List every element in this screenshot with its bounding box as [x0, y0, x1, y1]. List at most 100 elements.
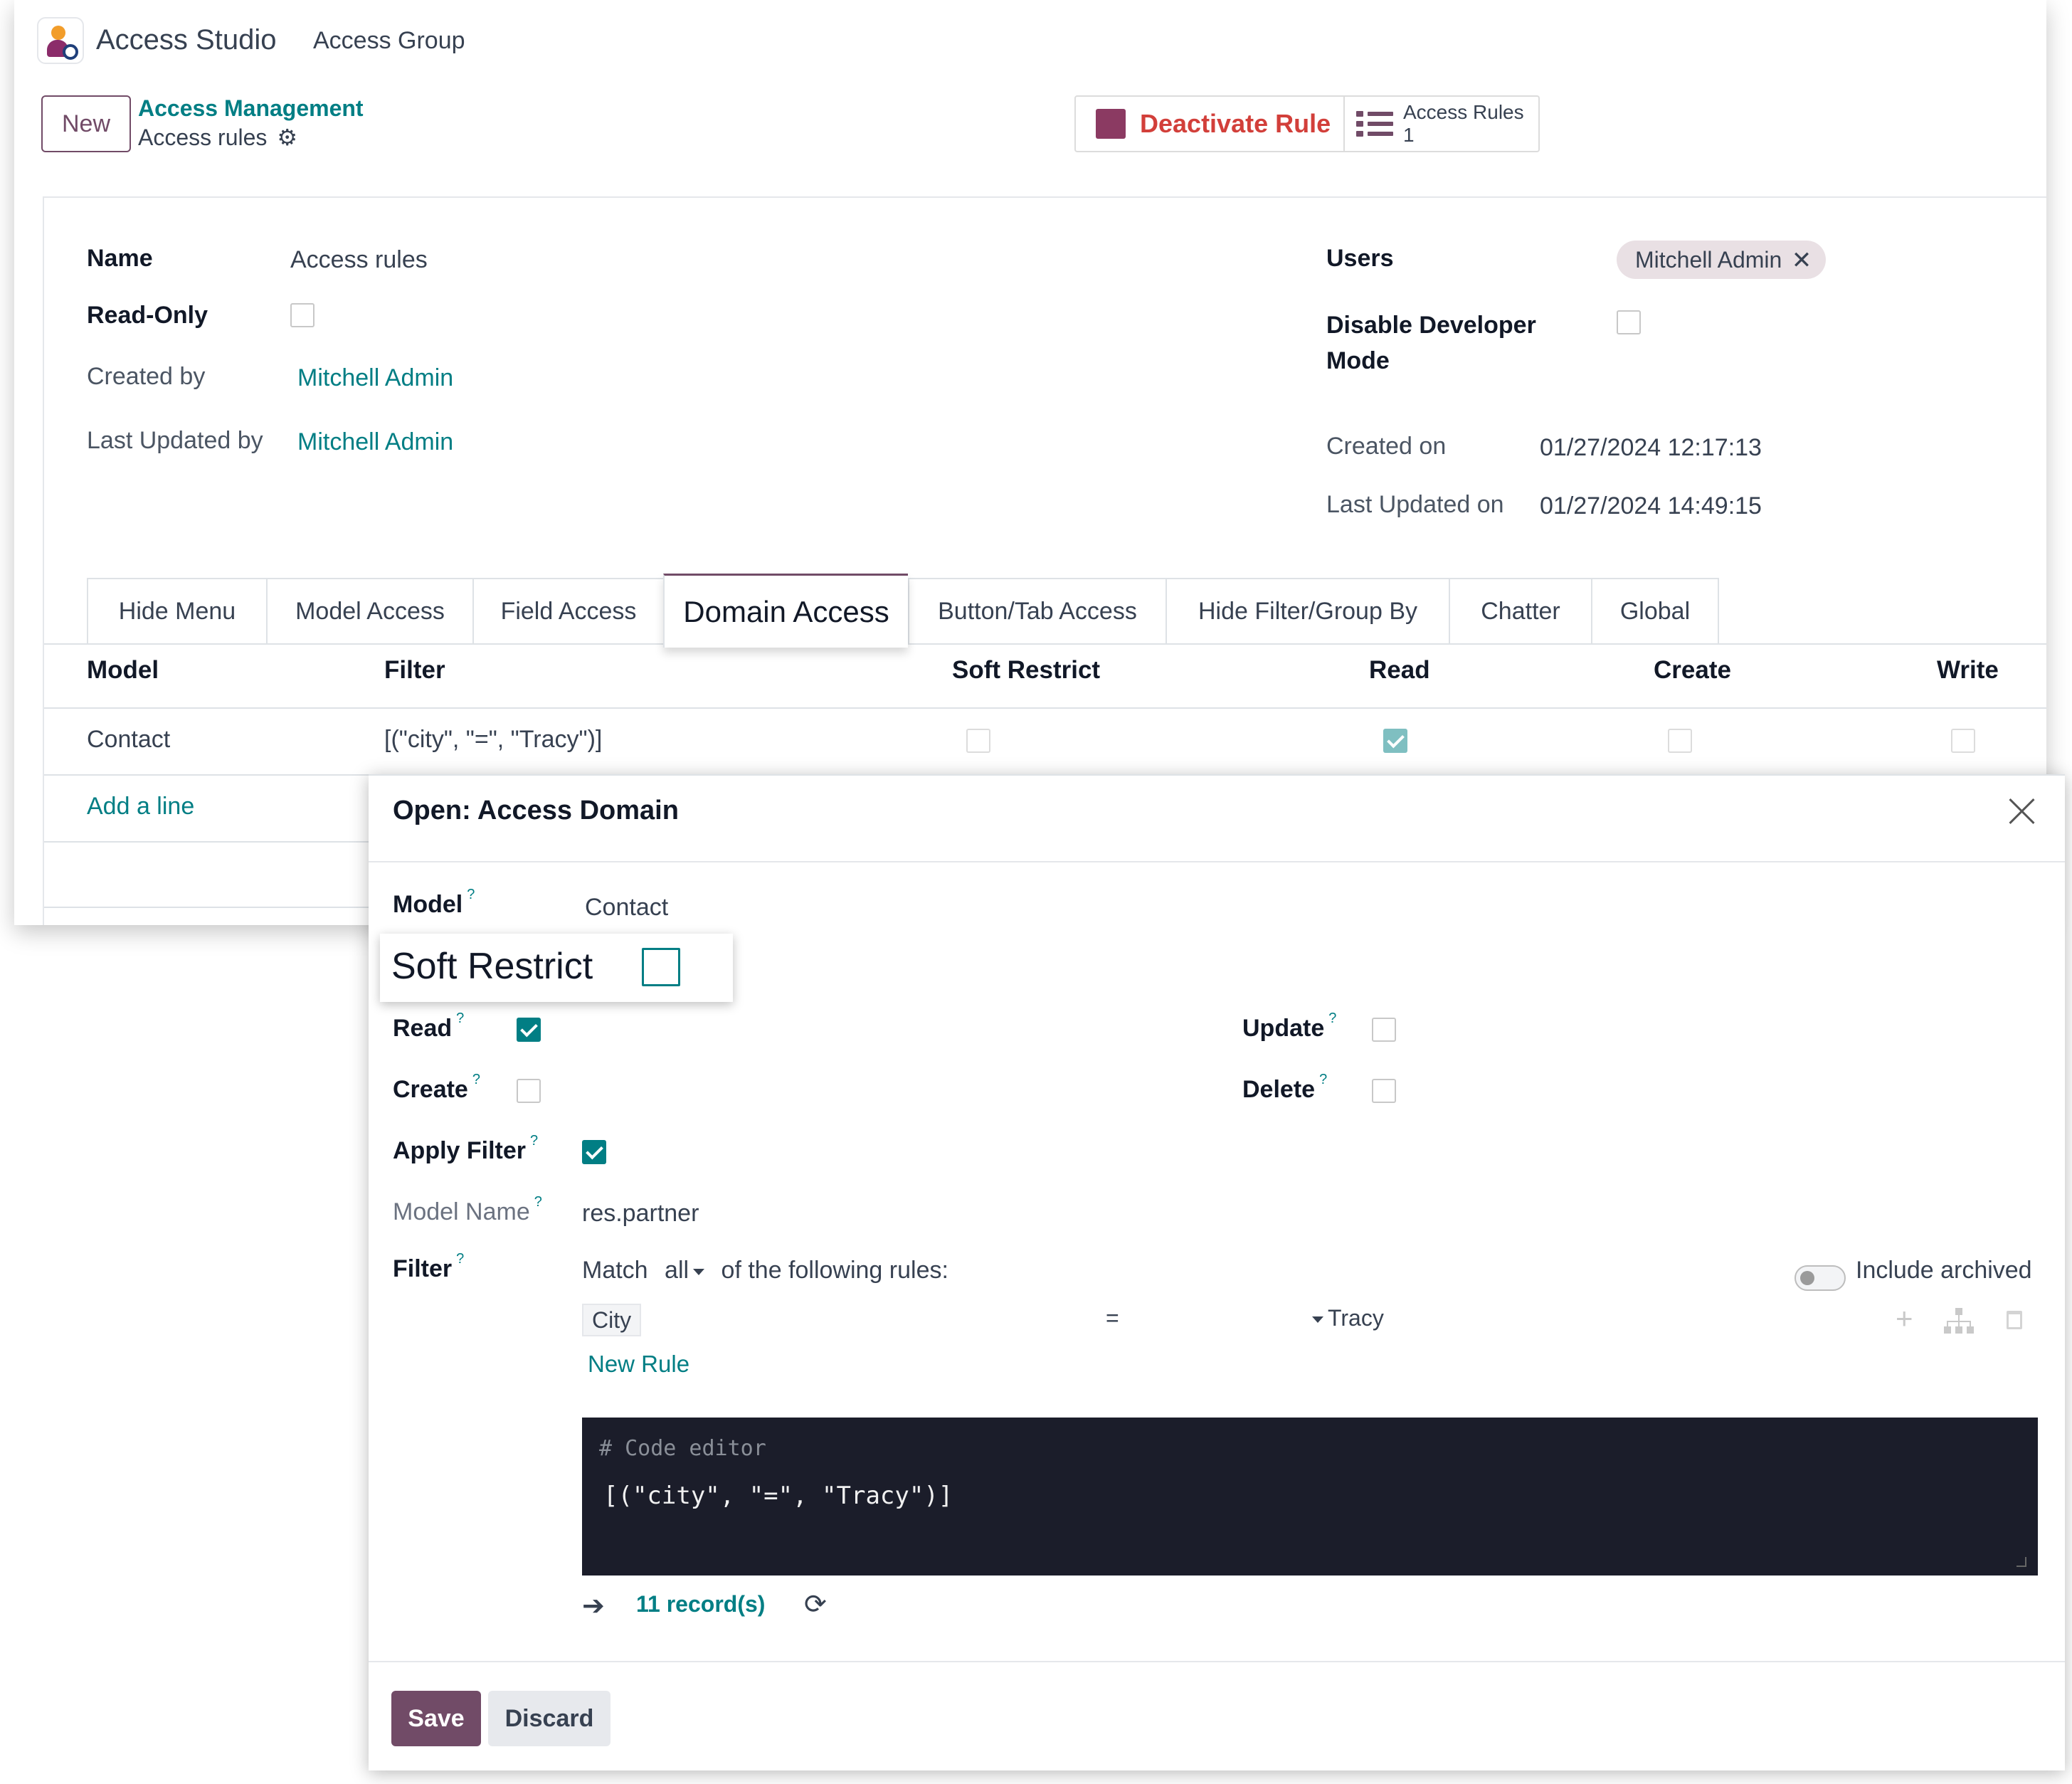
- column-write[interactable]: Write: [1937, 656, 1999, 685]
- save-button[interactable]: Save: [391, 1691, 481, 1746]
- include-archived-toggle[interactable]: [1794, 1265, 1846, 1291]
- tab-field-access[interactable]: Field Access: [472, 578, 663, 645]
- records-count-link[interactable]: 11 record(s): [636, 1591, 765, 1617]
- code-editor-text[interactable]: [("city", "=", "Tracy")]: [603, 1482, 953, 1510]
- created-by-label: Created by: [87, 363, 206, 390]
- user-tag-label: Mitchell Admin: [1635, 246, 1782, 273]
- breadcrumb-current: Access rules ⚙: [138, 124, 297, 151]
- read-label: Read?: [393, 1010, 464, 1043]
- refresh-icon[interactable]: ⟳: [804, 1588, 827, 1620]
- arrow-right-icon: ➔: [582, 1591, 605, 1621]
- new-rule-link[interactable]: New Rule: [588, 1351, 689, 1378]
- close-icon[interactable]: [2004, 793, 2039, 828]
- delete-label: Delete?: [1242, 1072, 1327, 1104]
- create-label: Create?: [393, 1072, 480, 1104]
- tab-hide-menu[interactable]: Hide Menu: [87, 578, 266, 645]
- model-value: Contact: [585, 894, 669, 921]
- chevron-down-icon: [1312, 1316, 1323, 1324]
- breadcrumb-parent[interactable]: Access Management: [138, 95, 364, 122]
- rule-value-selector[interactable]: Tracy: [1308, 1305, 1384, 1331]
- dialog-header-divider: [369, 861, 2065, 862]
- help-marker[interactable]: ?: [456, 1251, 464, 1267]
- discard-button[interactable]: Discard: [488, 1691, 610, 1746]
- column-filter[interactable]: Filter: [384, 656, 445, 685]
- disable-dev-mode-label-line2: Mode: [1326, 347, 1390, 374]
- match-selector[interactable]: all: [665, 1257, 709, 1284]
- filter-label: Filter?: [393, 1251, 464, 1283]
- read-label-text: Read: [393, 1015, 453, 1042]
- deactivate-rule-button[interactable]: Deactivate Rule: [1076, 97, 1345, 151]
- help-marker[interactable]: ?: [534, 1194, 542, 1210]
- tab-global[interactable]: Global: [1591, 578, 1719, 645]
- row-create-checkbox[interactable]: [1668, 729, 1692, 753]
- soft-restrict-checkbox[interactable]: [642, 948, 680, 986]
- access-rules-button[interactable]: Access Rules 1: [1345, 97, 1538, 151]
- access-rules-count: 1: [1403, 124, 1415, 146]
- deactivate-rule-label: Deactivate Rule: [1140, 109, 1331, 138]
- model-name-label: Model Name?: [393, 1194, 542, 1226]
- model-label-text: Model: [393, 891, 463, 918]
- user-tag[interactable]: Mitchell Admin ✕: [1617, 241, 1827, 279]
- created-by-link[interactable]: Mitchell Admin: [297, 364, 453, 392]
- readonly-label: Read-Only: [87, 302, 208, 329]
- match-prefix: Match: [582, 1257, 648, 1284]
- add-branch-icon[interactable]: [1944, 1308, 1974, 1335]
- tab-hide-filter-group-by[interactable]: Hide Filter/Group By: [1166, 578, 1449, 645]
- name-field[interactable]: Access rules: [290, 246, 428, 274]
- column-read[interactable]: Read: [1369, 656, 1430, 685]
- app-logo-icon[interactable]: [37, 17, 84, 64]
- delete-checkbox[interactable]: [1372, 1079, 1396, 1103]
- help-marker[interactable]: ?: [472, 1072, 480, 1087]
- row-filter: [("city", "=", "Tracy")]: [384, 726, 603, 753]
- menu-item-access-group[interactable]: Access Group: [313, 27, 465, 55]
- disable-dev-mode-label-line1: Disable Developer: [1326, 312, 1536, 339]
- add-line-link[interactable]: Add a line: [87, 793, 194, 820]
- update-label-text: Update: [1242, 1015, 1325, 1042]
- add-rule-icon[interactable]: +: [1896, 1304, 1913, 1334]
- include-archived-label: Include archived: [1856, 1257, 2032, 1284]
- help-marker[interactable]: ?: [456, 1010, 464, 1026]
- top-navbar: Access Studio Access Group: [14, 0, 2046, 83]
- delete-rule-icon[interactable]: [2007, 1311, 2022, 1329]
- create-checkbox[interactable]: [517, 1079, 541, 1103]
- help-marker[interactable]: ?: [1328, 1010, 1336, 1026]
- tab-button-tab-access[interactable]: Button/Tab Access: [908, 578, 1166, 645]
- column-create[interactable]: Create: [1654, 656, 1731, 685]
- match-sentence: Match all of the following rules:: [582, 1257, 948, 1284]
- help-marker[interactable]: ?: [1319, 1072, 1327, 1087]
- tab-model-access[interactable]: Model Access: [266, 578, 472, 645]
- column-soft-restrict[interactable]: Soft Restrict: [952, 656, 1100, 685]
- tab-domain-access[interactable]: Domain Access: [663, 574, 908, 648]
- match-suffix: of the following rules:: [721, 1257, 948, 1284]
- rule-operator[interactable]: =: [1106, 1305, 1119, 1331]
- gear-icon[interactable]: ⚙: [277, 124, 297, 151]
- filter-label-text: Filter: [393, 1255, 453, 1282]
- access-rules-label: Access Rules: [1403, 101, 1524, 123]
- rule-field-selector[interactable]: City: [582, 1304, 642, 1336]
- row-read-checkbox[interactable]: [1383, 729, 1407, 753]
- row-write-checkbox[interactable]: [1951, 729, 1975, 753]
- resize-handle-icon[interactable]: [2016, 1557, 2026, 1567]
- create-label-text: Create: [393, 1076, 468, 1103]
- readonly-checkbox[interactable]: [290, 303, 314, 327]
- column-model[interactable]: Model: [87, 656, 159, 685]
- row-soft-restrict-checkbox[interactable]: [966, 729, 990, 753]
- updated-by-link[interactable]: Mitchell Admin: [297, 428, 453, 456]
- app-title[interactable]: Access Studio: [96, 24, 276, 56]
- help-marker[interactable]: ?: [530, 1133, 538, 1149]
- smart-buttons: Deactivate Rule Access Rules 1: [1074, 95, 1540, 152]
- dialog-footer-divider: [369, 1661, 2065, 1662]
- apply-filter-checkbox[interactable]: [582, 1140, 606, 1164]
- code-editor[interactable]: # Code editor [("city", "=", "Tracy")]: [582, 1418, 2038, 1575]
- update-checkbox[interactable]: [1372, 1018, 1396, 1042]
- updated-on-value: 01/27/2024 14:49:15: [1540, 492, 1762, 519]
- access-domain-dialog: Open: Access Domain Model? Contact Soft …: [369, 774, 2065, 1770]
- remove-tag-icon[interactable]: ✕: [1792, 246, 1812, 275]
- notebook-tabs: Hide Menu Model Access Field Access Doma…: [87, 574, 1719, 648]
- help-marker[interactable]: ?: [467, 887, 475, 902]
- tab-chatter[interactable]: Chatter: [1449, 578, 1591, 645]
- disable-dev-mode-checkbox[interactable]: [1617, 310, 1641, 334]
- read-checkbox[interactable]: [517, 1018, 541, 1042]
- new-button[interactable]: New: [41, 95, 131, 152]
- updated-on-label: Last Updated on: [1326, 491, 1504, 518]
